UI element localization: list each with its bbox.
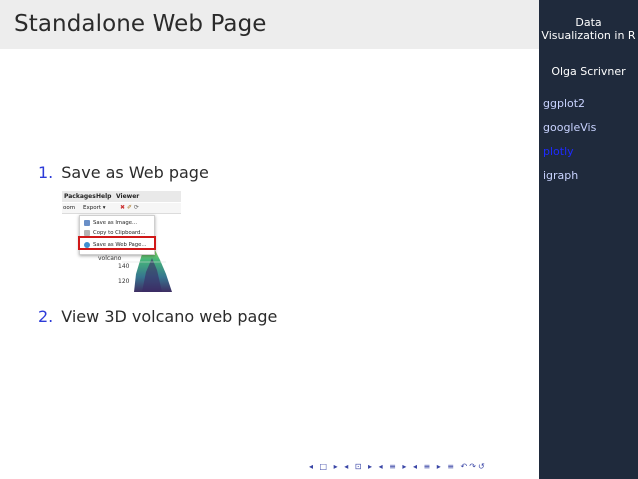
tick-label: 120: [118, 278, 130, 285]
image-icon: [84, 219, 90, 226]
zoom-button[interactable]: oom: [63, 205, 75, 211]
sidebar-title: Data Visualization in R: [541, 16, 636, 42]
sidebar-nav: ggplot2 googleVis plotly igraph: [543, 97, 596, 193]
list-item: 2. View 3D volcano web page: [38, 307, 277, 326]
tab-help[interactable]: Help: [96, 193, 111, 200]
export-button[interactable]: Export ▾: [83, 205, 106, 211]
highlight-box: [78, 236, 156, 250]
sidebar-item-plotly[interactable]: plotly: [543, 145, 596, 169]
toolbar-icons: ✖ ✐ ⟳: [120, 204, 139, 211]
list-text: Save as Web page: [61, 163, 209, 182]
legend-title: volcano: [98, 255, 122, 262]
list-number: 2.: [38, 307, 54, 326]
list-text: View 3D volcano web page: [61, 307, 278, 326]
rstudio-screenshot: Packages Help Viewer oom Export ▾ ✖ ✐ ⟳ …: [62, 191, 181, 292]
page-title: Standalone Web Page: [14, 11, 267, 37]
viewer-toolbar: oom Export ▾ ✖ ✐ ⟳: [62, 203, 181, 214]
viewer-tabbar: Packages Help Viewer: [62, 191, 181, 202]
sidebar-item-igraph[interactable]: igraph: [543, 169, 596, 193]
tab-viewer[interactable]: Viewer: [116, 193, 139, 200]
sidebar-item-googlevis[interactable]: googleVis: [543, 121, 596, 145]
tick-label: 140: [118, 263, 130, 270]
header-bar: Standalone Web Page: [0, 0, 539, 49]
sidebar-item-ggplot2[interactable]: ggplot2: [543, 97, 596, 121]
sidebar-author: Olga Scrivner: [551, 65, 626, 78]
beamer-nav-symbols[interactable]: ◂ □ ▸ ◂ ⊡ ▸ ◂ ≡ ▸ ◂ ≡ ▸ ≡ ↶↷↺: [309, 462, 487, 471]
refresh-icon[interactable]: ⟳: [134, 204, 139, 211]
menu-item-save-image[interactable]: Save as Image...: [84, 219, 137, 228]
brush-icon[interactable]: ✐: [127, 204, 132, 211]
list-number: 1.: [38, 163, 54, 182]
sidebar: Data Visualization in R Olga Scrivner gg…: [539, 0, 638, 479]
tab-packages[interactable]: Packages: [64, 193, 96, 200]
clipboard-icon: [84, 229, 90, 236]
list-item: 1. Save as Web page: [38, 163, 209, 182]
